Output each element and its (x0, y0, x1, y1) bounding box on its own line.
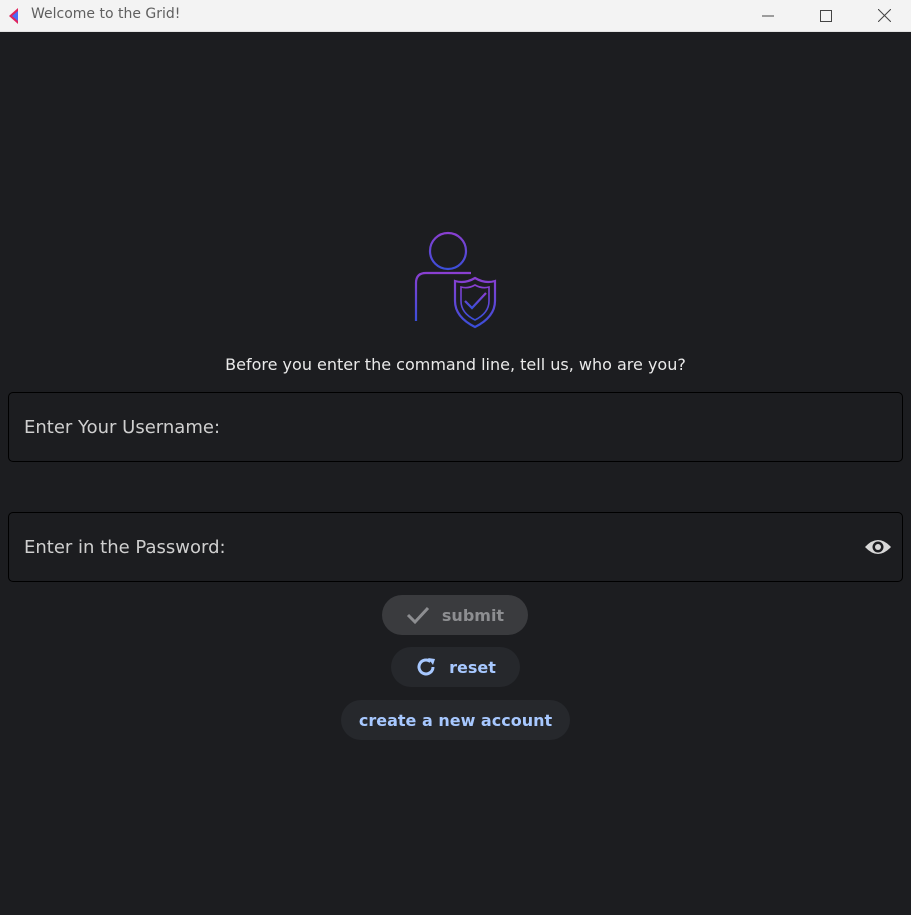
submit-label: submit (441, 605, 505, 625)
password-label: Enter in the Password: (24, 537, 226, 558)
maximize-icon (820, 9, 832, 22)
app-window: Welcome to the Grid! Before you enter th… (0, 0, 911, 915)
check-icon (406, 605, 430, 625)
create-account-button[interactable]: create a new account (341, 700, 570, 740)
close-icon (877, 9, 891, 22)
refresh-icon (415, 656, 437, 678)
close-button[interactable] (855, 0, 911, 31)
minimize-icon (762, 15, 774, 16)
password-field[interactable]: Enter in the Password: (8, 512, 903, 582)
app-logo-icon (6, 7, 24, 25)
window-title: Welcome to the Grid! (31, 6, 181, 22)
reset-label: reset (449, 657, 496, 677)
reset-button[interactable]: reset (391, 647, 520, 687)
minimize-button[interactable] (739, 0, 797, 31)
eye-icon[interactable] (864, 536, 892, 558)
login-prompt: Before you enter the command line, tell … (225, 355, 686, 374)
submit-button[interactable]: submit (382, 595, 528, 635)
user-shield-icon (405, 225, 505, 335)
username-field[interactable]: Enter Your Username: (8, 392, 903, 462)
maximize-button[interactable] (797, 0, 855, 31)
username-label: Enter Your Username: (24, 417, 221, 438)
title-bar: Welcome to the Grid! (0, 0, 911, 32)
create-account-label: create a new account (358, 710, 553, 730)
